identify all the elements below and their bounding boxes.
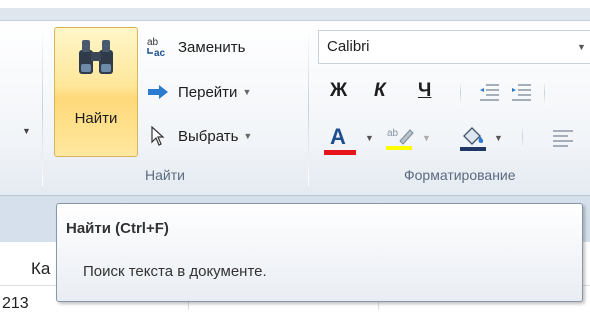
group-separator (308, 26, 309, 186)
goto-label: Перейти (178, 83, 238, 101)
select-label: Выбрать (178, 127, 239, 145)
fill-color-dropdown-icon[interactable]: ▼ (494, 133, 503, 143)
find-group-label: Найти (145, 167, 185, 183)
decrease-indent-icon[interactable] (478, 82, 500, 105)
previous-group-dropdown-icon[interactable]: ▼ (22, 126, 31, 136)
italic-button[interactable]: К (374, 80, 386, 102)
find-button-label: Найти (74, 110, 118, 127)
underline-button[interactable]: Ч (418, 80, 431, 102)
font-dropdown-icon[interactable]: ▼ (577, 42, 586, 52)
font-name-combobox[interactable]: Calibri ▼ (318, 30, 590, 64)
select-button[interactable]: Выбрать ▼ (144, 121, 252, 151)
column-header-text: Ка (31, 259, 51, 278)
highlight-icon[interactable]: ab (386, 125, 414, 154)
toolbar-separator (522, 124, 523, 150)
ribbon-tab-strip (0, 8, 590, 21)
font-color-dropdown-icon[interactable]: ▼ (365, 133, 374, 143)
align-left-icon[interactable] (552, 128, 576, 151)
svg-text:ab: ab (387, 128, 399, 139)
bold-button[interactable]: Ж (330, 80, 347, 102)
svg-text:ac: ac (154, 48, 166, 58)
select-dropdown-icon: ▼ (243, 131, 253, 141)
toolbar-separator (544, 80, 545, 106)
font-color-bar (324, 150, 356, 155)
find-button[interactable]: Найти (54, 27, 138, 157)
replace-label: Заменить (178, 38, 246, 56)
svg-text:ab: ab (147, 37, 159, 48)
tooltip-description: Поиск текста в документе. (83, 263, 267, 280)
goto-button[interactable]: Перейти ▼ (144, 77, 251, 107)
tooltip-title: Найти (Ctrl+F) (66, 220, 169, 237)
replace-button[interactable]: ab ac Заменить (144, 32, 245, 62)
highlight-dropdown-icon[interactable]: ▼ (422, 133, 431, 143)
fill-color-icon[interactable] (458, 124, 488, 155)
binoculars-icon (79, 40, 113, 74)
font-name-value: Calibri (327, 38, 370, 55)
goto-dropdown-icon: ▼ (242, 87, 252, 97)
replace-icon: ab ac (144, 36, 172, 58)
toolbar-separator (460, 80, 461, 106)
group-separator (42, 26, 43, 186)
title-strip (0, 0, 590, 8)
increase-indent-icon[interactable] (510, 82, 532, 105)
font-color-button[interactable]: A (330, 124, 346, 150)
cell-value[interactable]: 213 (2, 295, 29, 313)
tooltip: Найти (Ctrl+F) Поиск текста в документе. (56, 203, 583, 302)
arrow-right-icon (144, 81, 172, 103)
format-group-label: Форматирование (404, 167, 516, 183)
cursor-icon (144, 125, 172, 147)
